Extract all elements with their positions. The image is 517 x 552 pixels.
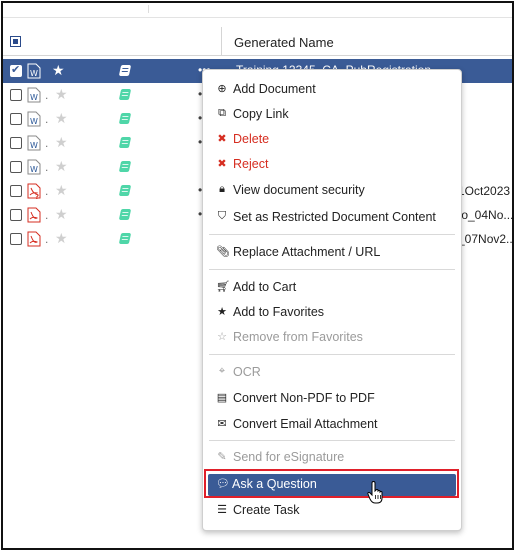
context-menu: ⊕ Add Document ⧉ Copy Link ✖ Delete ✖ Re… (202, 69, 462, 531)
generated-name-cell[interactable]: _07Nov2... (458, 232, 512, 246)
word-file-icon: W (27, 159, 41, 175)
row-checkbox[interactable] (10, 89, 22, 101)
menu-item-view-document-security[interactable]: 🔒︎ View document security (203, 180, 461, 202)
pdf-file-icon (27, 207, 41, 223)
favorite-star-icon[interactable]: ★ (55, 134, 68, 150)
menu-item-add-to-favorites[interactable]: ★ Add to Favorites (203, 302, 461, 324)
edit-icon: ✎ (217, 451, 227, 463)
table-header: Generated Name (3, 27, 512, 56)
row-checkbox[interactable] (10, 209, 22, 221)
book-icon[interactable] (118, 89, 132, 100)
shield-icon: ⛉ (217, 210, 227, 222)
favorite-star-icon[interactable]: ★ (55, 230, 68, 246)
svg-text:W: W (30, 141, 38, 150)
row-checkbox[interactable] (10, 63, 22, 77)
highlight-box (204, 469, 459, 498)
crosshair-icon: ⌖ (218, 365, 226, 377)
dot-separator: . (45, 112, 49, 126)
select-all-checkbox[interactable] (10, 36, 21, 47)
menu-item-delete[interactable]: ✖ Delete (203, 129, 461, 151)
menu-item-send-for-esignature[interactable]: ✎ Send for eSignature (203, 447, 461, 469)
plus-circle-icon: ⊕ (217, 83, 227, 95)
dot-separator: . (45, 232, 49, 246)
pdf-icon: ▤ (216, 392, 228, 404)
generated-name-cell[interactable]: 1Oct2023 (458, 184, 510, 198)
svg-text:W: W (30, 117, 38, 126)
row-checkbox[interactable] (10, 233, 22, 245)
menu-divider (209, 234, 455, 235)
dot-separator: . (45, 184, 49, 198)
dot-separator: . (45, 160, 49, 174)
book-icon[interactable] (118, 113, 132, 124)
column-header-generated-name[interactable]: Generated Name (234, 35, 334, 50)
word-file-icon: W (27, 135, 41, 151)
menu-divider (209, 354, 455, 355)
word-file-icon: W (27, 111, 41, 127)
book-icon[interactable] (118, 161, 132, 172)
word-file-icon: W (27, 63, 41, 79)
menu-item-add-document[interactable]: ⊕ Add Document (203, 79, 461, 101)
menu-item-ocr[interactable]: ⌖ OCR (203, 362, 461, 384)
dot-separator: . (45, 208, 49, 222)
menu-item-convert-email-attachment[interactable]: ✉ Convert Email Attachment (203, 414, 461, 436)
paperclip-icon: 📎︎ (216, 246, 230, 258)
svg-text:?: ? (35, 193, 39, 199)
row-checkbox[interactable] (10, 185, 22, 197)
row-checkbox[interactable] (10, 137, 22, 149)
svg-text:W: W (30, 93, 38, 102)
dot-separator: . (45, 88, 49, 102)
menu-divider (209, 269, 455, 270)
menu-item-convert-non-pdf[interactable]: ▤ Convert Non-PDF to PDF (203, 388, 461, 410)
word-file-icon: W (27, 87, 41, 103)
menu-item-reject[interactable]: ✖ Reject (203, 154, 461, 176)
star-outline-icon: ☆ (217, 331, 227, 343)
favorite-star-icon[interactable]: ★ (55, 206, 68, 222)
book-icon[interactable] (118, 65, 132, 76)
top-strip (3, 3, 512, 18)
menu-item-copy-link[interactable]: ⧉ Copy Link (203, 104, 461, 126)
menu-item-replace-attachment[interactable]: 📎︎ Replace Attachment / URL (203, 242, 461, 264)
generated-name-cell[interactable]: fo_04No... (458, 208, 512, 222)
book-icon[interactable] (118, 137, 132, 148)
favorite-star-icon[interactable]: ★ (55, 182, 68, 198)
menu-item-remove-from-favorites[interactable]: ☆ Remove from Favorites (203, 327, 461, 349)
menu-item-add-to-cart[interactable]: 🛒︎ Add to Cart (203, 277, 461, 299)
document-list-panel: Generated Name W ★ ••• Training 12345_CA… (1, 1, 514, 550)
list-icon: ☰ (217, 504, 227, 516)
x-icon: ✖ (217, 158, 227, 170)
favorite-star-icon[interactable]: ★ (55, 158, 68, 174)
svg-text:W: W (30, 165, 38, 174)
x-icon: ✖ (217, 133, 227, 145)
row-checkbox[interactable] (10, 113, 22, 125)
menu-divider (209, 440, 455, 441)
row-checkbox[interactable] (10, 161, 22, 173)
envelope-icon: ✉ (217, 418, 227, 430)
favorite-star-icon[interactable]: ★ (52, 62, 65, 78)
star-icon: ★ (217, 306, 227, 318)
favorite-star-icon[interactable]: ★ (55, 86, 68, 102)
menu-item-set-restricted[interactable]: ⛉ Set as Restricted Document Content (203, 207, 461, 229)
svg-text:W: W (30, 69, 38, 78)
book-icon[interactable] (118, 209, 132, 220)
dot-separator: . (45, 136, 49, 150)
hand-pointer-icon (367, 481, 383, 504)
pdf-error-file-icon: ? (27, 183, 41, 199)
cart-icon: 🛒︎ (216, 281, 230, 293)
book-icon[interactable] (118, 233, 132, 244)
copy-icon: ⧉ (218, 107, 226, 119)
book-icon[interactable] (118, 185, 132, 196)
lock-icon: 🔒︎ (219, 183, 225, 195)
menu-item-create-task[interactable]: ☰ Create Task (203, 500, 461, 522)
pdf-file-icon (27, 231, 41, 247)
favorite-star-icon[interactable]: ★ (55, 110, 68, 126)
